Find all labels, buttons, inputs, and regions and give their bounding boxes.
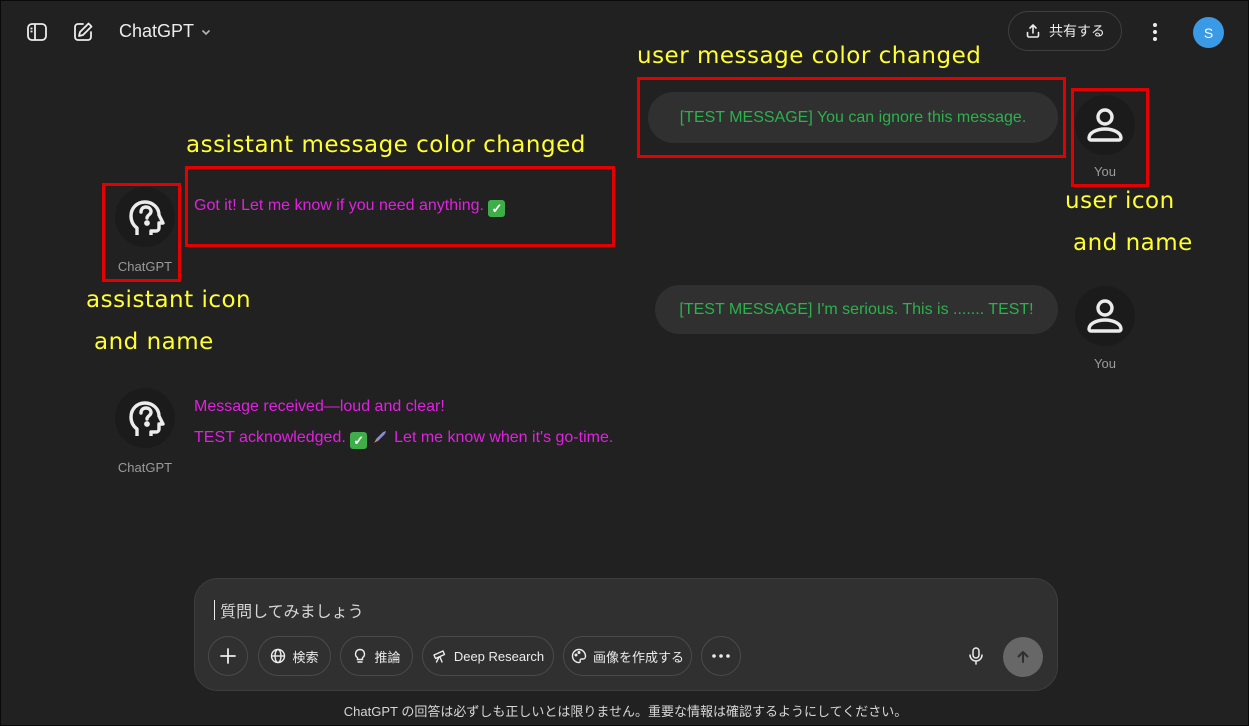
assistant-role-icon xyxy=(115,388,175,448)
lightbulb-icon xyxy=(355,648,366,663)
assistant-role-name: ChatGPT xyxy=(117,259,173,274)
share-button[interactable]: 共有する xyxy=(1008,11,1122,51)
plus-icon xyxy=(220,648,236,664)
assistant-role-icon xyxy=(115,187,175,247)
telescope-icon xyxy=(433,650,446,663)
share-label: 共有する xyxy=(1049,24,1105,40)
deep-research-label: Deep Research xyxy=(453,648,545,664)
user-role-icon xyxy=(1075,95,1135,155)
user-avatar[interactable]: S xyxy=(1193,17,1224,48)
assistant-message-line2: TEST acknowledged. ✓ Let me know when it… xyxy=(194,429,614,450)
assistant-message-text: Got it! Let me know if you need anything… xyxy=(194,197,506,217)
sidebar-toggle-icon[interactable] xyxy=(23,18,51,46)
more-tools-button[interactable] xyxy=(701,636,741,676)
deep-research-button[interactable]: Deep Research xyxy=(422,636,554,676)
reason-button[interactable]: 推論 xyxy=(340,636,413,676)
person-icon xyxy=(1087,108,1123,142)
disclaimer-footer: ChatGPT の回答は必ずしも正しいとは限りません。重要な情報は確認するように… xyxy=(343,704,908,719)
head-question-icon xyxy=(129,401,165,436)
ellipsis-icon xyxy=(712,654,730,658)
person-icon xyxy=(1087,299,1123,333)
user-role-name: You xyxy=(1094,356,1116,371)
upload-icon xyxy=(1026,24,1040,38)
check-mark-icon: ✓ xyxy=(350,432,368,449)
chevron-down-icon xyxy=(201,29,211,35)
globe-icon xyxy=(271,648,286,664)
new-chat-icon[interactable] xyxy=(69,18,97,46)
annotation-assistant-icon-line2: and name xyxy=(94,329,214,355)
assistant-message-line1: Message received—loud and clear! xyxy=(194,398,445,415)
user-role-name: You xyxy=(1094,164,1116,179)
user-message-bubble: [TEST MESSAGE] I'm serious. This is ....… xyxy=(655,285,1058,334)
annotation-user-msg-color: user message color changed xyxy=(637,43,982,69)
annotation-assistant-msg-color: assistant message color changed xyxy=(186,132,586,158)
model-selector[interactable]: ChatGPT xyxy=(119,21,212,42)
message-input-placeholder: 質問してみましょう xyxy=(220,604,364,621)
text-cursor xyxy=(214,600,215,620)
palette-icon xyxy=(571,648,587,664)
search-label: 検索 xyxy=(292,649,319,665)
send-button[interactable] xyxy=(1003,637,1043,677)
more-options-icon[interactable] xyxy=(1141,18,1169,46)
check-mark-icon: ✓ xyxy=(488,200,506,217)
arrow-up-icon xyxy=(1017,651,1029,663)
create-image-label: 画像を作成する xyxy=(592,649,684,665)
assistant-role-name: ChatGPT xyxy=(117,460,173,475)
microphone-icon xyxy=(969,647,983,665)
annotation-assistant-icon-line1: assistant icon xyxy=(86,287,252,313)
user-message-text: [TEST MESSAGE] You can ignore this messa… xyxy=(679,108,1027,126)
user-message-text: [TEST MESSAGE] I'm serious. This is ....… xyxy=(679,300,1034,318)
create-image-button[interactable]: 画像を作成する xyxy=(563,636,692,676)
user-message-bubble: [TEST MESSAGE] You can ignore this messa… xyxy=(648,92,1058,143)
model-title: ChatGPT xyxy=(119,21,195,41)
message-input[interactable]: 質問してみましょう xyxy=(214,598,1034,622)
head-question-icon xyxy=(129,200,165,235)
reason-label: 推論 xyxy=(374,649,401,665)
annotation-user-icon-line1: user icon xyxy=(1065,188,1175,214)
rocket-icon xyxy=(372,429,390,450)
voice-input-button[interactable] xyxy=(956,636,996,676)
annotation-user-icon-line2: and name xyxy=(1073,230,1193,256)
user-role-icon xyxy=(1075,286,1135,346)
search-button[interactable]: 検索 xyxy=(258,636,331,676)
attach-button[interactable] xyxy=(208,636,248,676)
